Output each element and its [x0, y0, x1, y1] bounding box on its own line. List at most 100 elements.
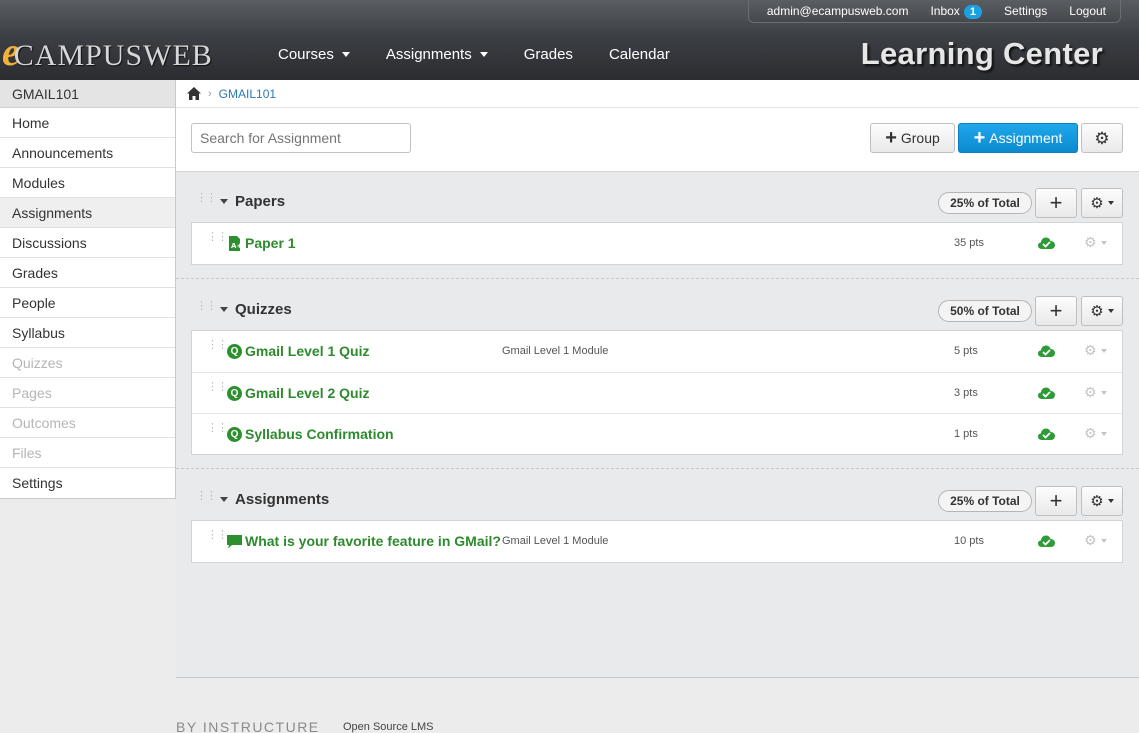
collapse-caret-icon[interactable] — [220, 497, 228, 502]
group-title[interactable]: Assignments — [235, 491, 329, 508]
assignment-title-link[interactable]: Gmail Level 1 Quiz — [245, 343, 370, 359]
assignment-title-link[interactable]: Gmail Level 2 Quiz — [245, 385, 370, 401]
toolbar-settings-button[interactable]: ⚙ — [1081, 123, 1123, 153]
group-header: ⋮⋮ Quizzes 50% of Total + ⚙ — [176, 280, 1139, 330]
published-cloud-check-icon[interactable] — [1038, 386, 1055, 400]
assignment-settings-button[interactable]: ⚙ — [1084, 234, 1107, 251]
collapse-caret-icon[interactable] — [220, 199, 228, 204]
sidebar-item-discussions[interactable]: Discussions — [0, 228, 175, 258]
group-add-button[interactable]: + — [1035, 296, 1077, 326]
sidebar-item-assignments[interactable]: Assignments — [0, 198, 175, 228]
assignment-row[interactable]: ⋮⋮ Q Gmail Level 1 Quiz Gmail Level 1 Mo… — [192, 331, 1122, 372]
nav-calendar[interactable]: Calendar — [609, 46, 670, 63]
assignments-toolbar: +Group +Assignment ⚙ — [176, 108, 1139, 172]
search-assignment-input[interactable] — [191, 123, 411, 153]
add-group-button[interactable]: + Group — [870, 123, 955, 153]
user-email-link[interactable]: admin@ecampusweb.com — [767, 4, 909, 18]
breadcrumb-course-link[interactable]: GMAIL101 — [219, 87, 276, 101]
chevron-down-icon — [1107, 309, 1114, 313]
footer-instructure-brand[interactable]: BY INSTRUCTURE — [176, 719, 320, 733]
ecampusweb-logo[interactable]: e CAMPUSWEB — [2, 30, 213, 74]
nav-assignments[interactable]: Assignments — [386, 46, 488, 63]
assignment-module: Gmail Level 1 Module — [502, 345, 609, 357]
plus-icon: + — [1049, 190, 1063, 215]
nav-calendar-label: Calendar — [608, 46, 670, 63]
drag-handle-icon[interactable]: ⋮⋮ — [207, 530, 228, 541]
collapse-caret-icon[interactable] — [220, 307, 228, 312]
chevron-down-icon — [1100, 240, 1107, 245]
published-cloud-check-icon[interactable] — [1038, 534, 1055, 548]
sidebar-item-pages[interactable]: Pages — [0, 378, 175, 408]
drag-handle-icon[interactable]: ⋮⋮ — [207, 423, 228, 434]
sidebar-item-settings[interactable]: Settings — [0, 468, 175, 498]
chevron-down-icon — [1100, 390, 1107, 395]
sidebar-item-people[interactable]: People — [0, 288, 175, 318]
drag-handle-icon[interactable]: ⋮⋮ — [196, 491, 217, 502]
group-divider — [176, 278, 1139, 279]
group-title[interactable]: Quizzes — [235, 301, 292, 318]
assignment-group-quizzes: ⋮⋮ Quizzes 50% of Total + ⚙ ⋮⋮ Q Gmail L… — [176, 280, 1139, 455]
sidebar-item-syllabus[interactable]: Syllabus — [0, 318, 175, 348]
sidebar-item-grades[interactable]: Grades — [0, 258, 175, 288]
footer-open-source-link[interactable]: Open Source LMS — [343, 721, 434, 733]
logout-link[interactable]: Logout — [1069, 4, 1106, 18]
group-add-button[interactable]: + — [1035, 188, 1077, 218]
gear-icon: ⚙ — [1090, 303, 1104, 320]
nav-courses[interactable]: Courses — [278, 46, 350, 63]
sidebar-item-outcomes[interactable]: Outcomes — [0, 408, 175, 438]
sidebar-item-quizzes[interactable]: Quizzes — [0, 348, 175, 378]
assignment-title-link[interactable]: What is your favorite feature in GMail? — [245, 533, 501, 549]
published-cloud-check-icon[interactable] — [1038, 236, 1055, 250]
assignment-row[interactable]: ⋮⋮ What is your favorite feature in GMai… — [192, 521, 1122, 562]
group-add-button[interactable]: + — [1035, 486, 1077, 516]
assignment-row[interactable]: ⋮⋮ A+ Paper 1 35 pts ⚙ — [192, 223, 1122, 264]
assignment-row[interactable]: ⋮⋮ Q Syllabus Confirmation 1 pts ⚙ — [192, 413, 1122, 454]
home-icon[interactable] — [187, 87, 201, 100]
sidebar-item-home[interactable]: Home — [0, 108, 175, 138]
published-cloud-check-icon[interactable] — [1038, 427, 1055, 441]
assignment-title-link[interactable]: Paper 1 — [245, 235, 296, 251]
chevron-down-icon — [341, 52, 350, 57]
gear-icon: ⚙ — [1084, 342, 1097, 358]
assignment-group-assignments: ⋮⋮ Assignments 25% of Total + ⚙ ⋮⋮ What … — [176, 470, 1139, 563]
inbox-label: Inbox — [930, 3, 960, 18]
assignment-settings-button[interactable]: ⚙ — [1084, 532, 1107, 549]
group-settings-button[interactable]: ⚙ — [1081, 296, 1123, 326]
group-divider — [176, 468, 1139, 469]
chevron-down-icon — [1100, 348, 1107, 353]
drag-handle-icon[interactable]: ⋮⋮ — [207, 382, 228, 393]
assignment-row[interactable]: ⋮⋮ Q Gmail Level 2 Quiz 3 pts ⚙ — [192, 372, 1122, 413]
published-cloud-check-icon[interactable] — [1038, 344, 1055, 358]
nav-grades[interactable]: Grades — [524, 46, 573, 63]
drag-handle-icon[interactable]: ⋮⋮ — [207, 232, 228, 243]
group-title[interactable]: Papers — [235, 193, 285, 210]
assignment-settings-button[interactable]: ⚙ — [1084, 342, 1107, 359]
add-assignment-button[interactable]: + Assignment — [958, 123, 1078, 153]
settings-link[interactable]: Settings — [1004, 4, 1047, 18]
quiz-icon: Q — [227, 344, 242, 359]
gear-icon: ⚙ — [1094, 128, 1110, 148]
gear-icon: ⚙ — [1084, 234, 1097, 250]
assignment-settings-button[interactable]: ⚙ — [1084, 425, 1107, 442]
app-header: admin@ecampusweb.com Inbox 1 Settings Log… — [0, 0, 1139, 80]
chevron-down-icon — [479, 52, 488, 57]
assignment-points: 3 pts — [954, 387, 978, 399]
nav-courses-label: Courses — [278, 46, 334, 63]
group-settings-button[interactable]: ⚙ — [1081, 188, 1123, 218]
drag-handle-icon[interactable]: ⋮⋮ — [196, 193, 217, 204]
quiz-icon: Q — [227, 386, 242, 401]
sidebar-item-modules[interactable]: Modules — [0, 168, 175, 198]
chevron-down-icon — [1107, 201, 1114, 205]
drag-handle-icon[interactable]: ⋮⋮ — [196, 301, 217, 312]
sidebar-item-files[interactable]: Files — [0, 438, 175, 468]
sidebar-item-announcements[interactable]: Announcements — [0, 138, 175, 168]
course-sidebar: GMAIL101 Home Announcements Modules Assi… — [0, 80, 176, 499]
assignment-group-papers: ⋮⋮ Papers 25% of Total + ⚙ ⋮⋮ A+ Paper 1… — [176, 172, 1139, 265]
assignment-title-link[interactable]: Syllabus Confirmation — [245, 426, 394, 442]
drag-handle-icon[interactable]: ⋮⋮ — [207, 340, 228, 351]
plus-icon: + — [1049, 298, 1063, 323]
group-settings-button[interactable]: ⚙ — [1081, 486, 1123, 516]
inbox-link[interactable]: Inbox 1 — [930, 3, 982, 19]
group-weight-badge: 50% of Total — [938, 300, 1032, 322]
assignment-settings-button[interactable]: ⚙ — [1084, 384, 1107, 401]
